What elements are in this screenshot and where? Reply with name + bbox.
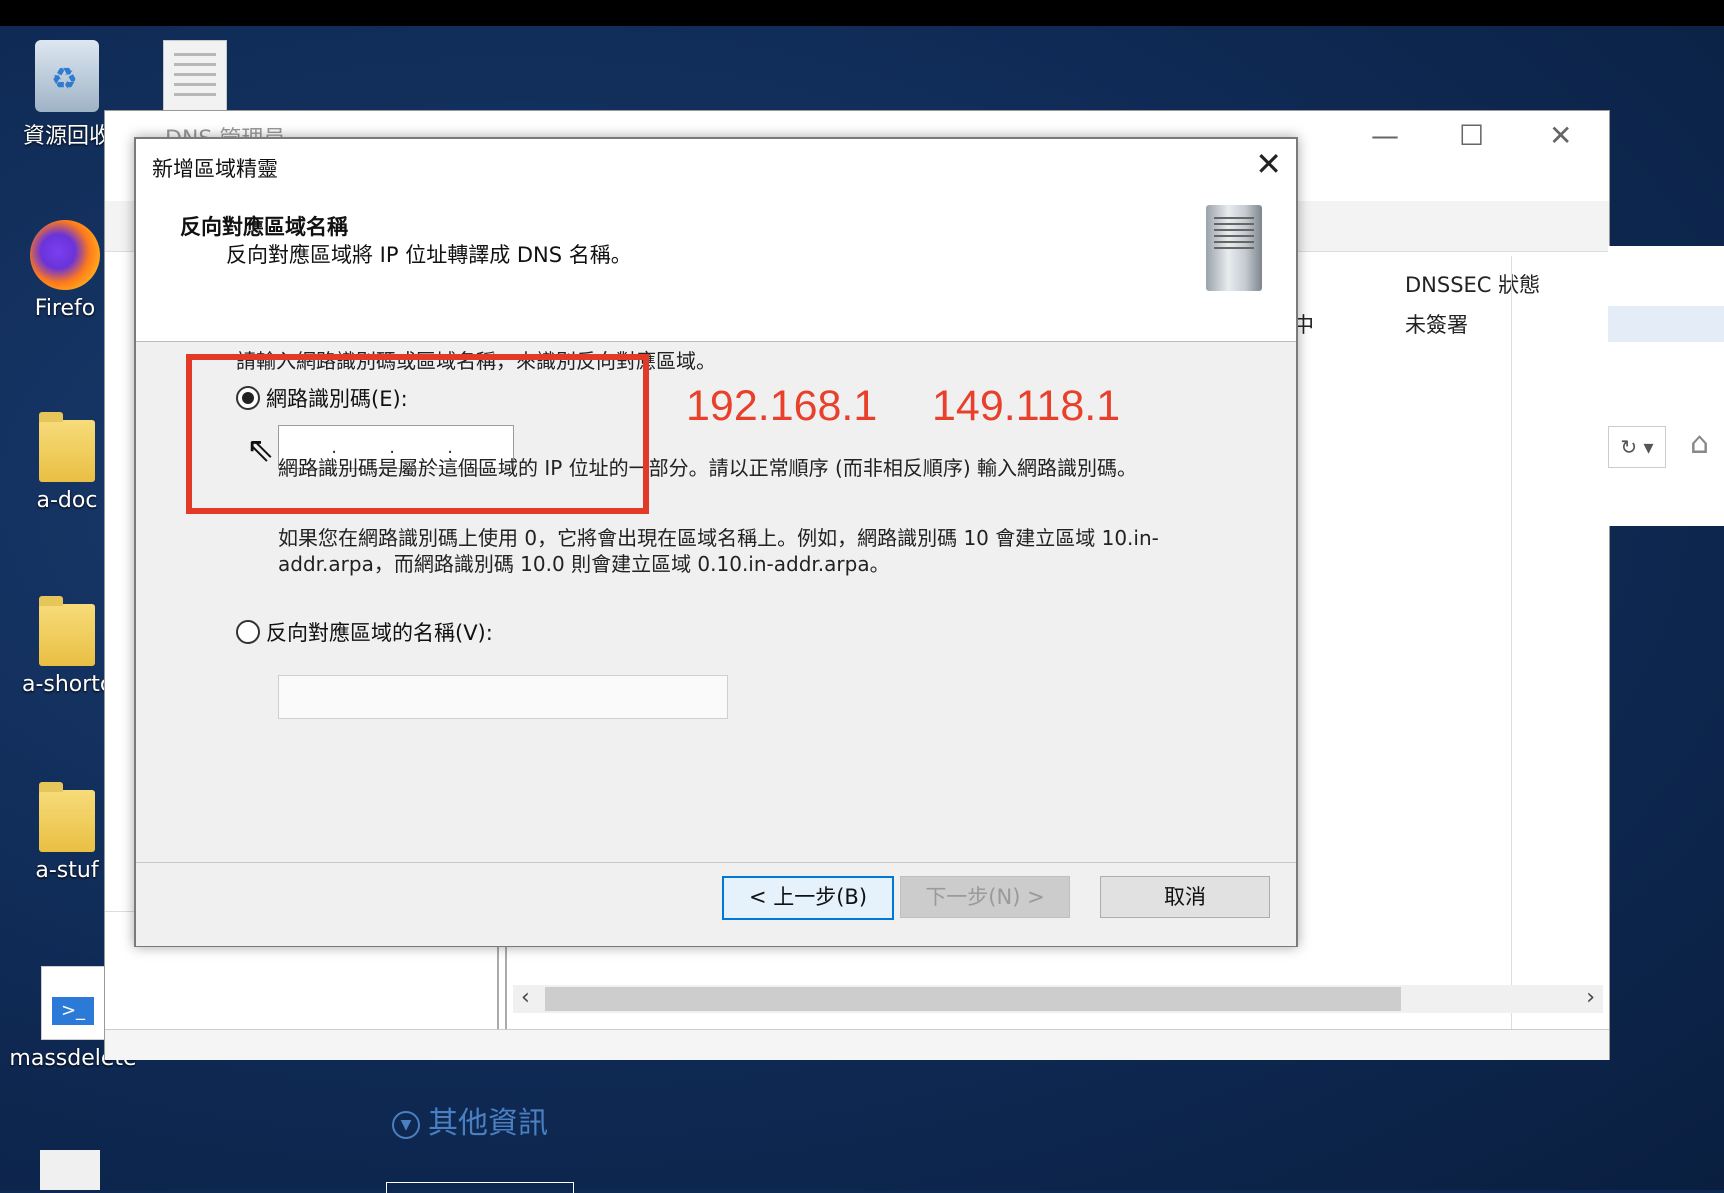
horizontal-scrollbar[interactable]: ‹ › (513, 985, 1603, 1013)
next-button: 下一步(N) > (900, 876, 1070, 918)
cancel-button[interactable]: 取消 (1100, 876, 1270, 918)
recycle-bin-icon: ♻ (35, 40, 99, 112)
status-bar (105, 1029, 1609, 1060)
peek-bar (1608, 306, 1724, 342)
desktop-icon-document[interactable] (160, 40, 230, 114)
folder-icon (39, 596, 95, 666)
annotation-ip-2: 149.118.1 (932, 382, 1121, 430)
zone-name-radio[interactable] (236, 620, 260, 644)
zero-usage-help-text: 如果您在網路識別碼上使用 0，它將會出現在區域名稱上。例如，網路識別碼 10 會… (278, 526, 1159, 576)
document-icon (163, 40, 227, 114)
refresh-dropdown-icon[interactable]: ↻ ▾ (1608, 426, 1666, 468)
wizard-header-subtitle: 反向對應區域將 IP 位址轉譯成 DNS 名稱。 (226, 243, 632, 267)
firefox-icon (30, 220, 100, 290)
powershell-script-icon: >_ (41, 966, 105, 1040)
scrollbar-thumb[interactable] (545, 987, 1401, 1011)
wizard-title: 新增區域精靈 (152, 157, 278, 181)
back-button[interactable]: < 上一步(B) (722, 876, 894, 920)
close-icon[interactable]: ✕ (1255, 145, 1282, 183)
scroll-left-icon[interactable]: ‹ (521, 985, 530, 1010)
close-icon[interactable]: ✕ (1549, 119, 1572, 152)
desktop-icon-partial (40, 1150, 100, 1190)
minimize-icon[interactable]: — (1371, 119, 1399, 152)
mouse-cursor-icon: ⇖ (246, 430, 275, 470)
maximize-icon[interactable]: ☐ (1459, 119, 1484, 152)
new-zone-wizard-dialog: 新增區域精靈 ✕ 反向對應區域名稱 反向對應區域將 IP 位址轉譯成 DNS 名… (134, 137, 1298, 947)
zone-name-input[interactable] (278, 675, 728, 719)
home-icon[interactable]: ⌂ (1690, 426, 1709, 461)
other-info-link[interactable]: ▼ 其他資訊 (392, 1098, 548, 1142)
expand-circle-icon: ▼ (392, 1110, 420, 1139)
folder-icon (39, 782, 95, 852)
top-black-bar (0, 0, 1724, 26)
other-info-label: 其他資訊 (428, 1106, 548, 1141)
server-manager-peek: ↻ ▾ ⌂ (1608, 246, 1724, 526)
zone-name-label: 反向對應區域的名稱(V): (266, 621, 493, 645)
scroll-right-icon[interactable]: › (1586, 985, 1595, 1010)
dnssec-column-header[interactable]: DNSSEC 狀態 (1405, 269, 1540, 299)
zone-name-option[interactable]: 反向對應區域的名稱(V): (236, 617, 493, 647)
wizard-header-title: 反向對應區域名稱 (180, 215, 348, 239)
annotation-ip-1: 192.168.1 (686, 382, 878, 430)
partial-button (386, 1182, 574, 1193)
server-icon (1206, 205, 1262, 291)
dnssec-column-value: 未簽署 (1405, 313, 1468, 337)
folder-icon (39, 412, 95, 482)
